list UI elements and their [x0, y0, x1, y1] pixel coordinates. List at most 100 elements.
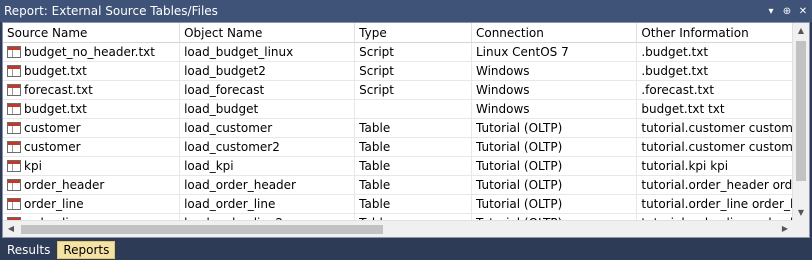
cell-text: tutorial.kpi kpi	[641, 159, 729, 173]
cell-text: order_line	[24, 197, 84, 211]
cell-text: Linux CentOS 7	[475, 45, 569, 59]
cell-object-name: load_forecast	[180, 81, 356, 99]
cell-text: tutorial.order_header orde	[641, 178, 793, 192]
tab-reports[interactable]: Reports	[57, 241, 116, 259]
table-row[interactable]: order_line load_order_line Table Tutorial (…	[3, 195, 793, 214]
cell-text: tutorial.customer custom	[641, 121, 793, 135]
cell-source-name: budget.txt	[3, 62, 181, 80]
cell-other-information: budget.txt txt	[637, 100, 793, 118]
cell-connection: Tutorial (OLTP)	[472, 195, 638, 213]
cell-connection: Tutorial (OLTP)	[472, 119, 638, 137]
cell-text: Windows	[475, 83, 530, 97]
dropdown-icon[interactable]: ▾	[764, 6, 778, 17]
cell-text: .budget.txt	[641, 64, 709, 78]
cell-other-information: tutorial.order_line order_li	[637, 195, 793, 213]
table-row[interactable]: budget_no_header.txt load_budget_linux Scr…	[3, 43, 793, 62]
cell-type: Table	[355, 119, 472, 137]
cell-source-name: forecast.txt	[3, 81, 181, 99]
cell-text: load_customer	[184, 121, 273, 135]
cell-text: tutorial.customer custom	[641, 140, 793, 154]
cell-text: .budget.txt	[641, 45, 709, 59]
cell-type: Table	[355, 176, 472, 194]
table-icon	[7, 141, 21, 153]
scroll-down-icon[interactable]: ▼	[793, 205, 809, 221]
table-icon	[7, 103, 21, 115]
cell-text: Table	[359, 178, 391, 192]
cell-text: load_budget2	[184, 64, 266, 78]
table-row[interactable]: budget.txt load_budget2 Script Windows .budg…	[3, 62, 793, 81]
report-title: Report: External Source Tables/Files	[4, 4, 218, 18]
cell-object-name: load_budget	[180, 100, 356, 118]
cell-text: load_budget	[184, 102, 259, 116]
cell-text: load_forecast	[184, 83, 265, 97]
column-header-other-information[interactable]: Other Information	[637, 23, 793, 42]
cell-text: load_order_line	[184, 197, 276, 211]
cell-connection: Tutorial (OLTP)	[472, 157, 638, 175]
tab-results[interactable]: Results	[2, 242, 55, 258]
pin-icon[interactable]: ⊕	[780, 6, 794, 17]
scroll-right-icon[interactable]: ▶	[777, 221, 793, 237]
table-row[interactable]: customer load_customer2 Table Tutorial (OLT…	[3, 138, 793, 157]
cell-other-information: .budget.txt	[637, 43, 793, 61]
cell-text: Table	[359, 140, 391, 154]
cell-text: Windows	[475, 102, 530, 116]
column-header-object-name[interactable]: Object Name	[180, 23, 356, 42]
cell-source-name: order_header	[3, 176, 181, 194]
bottom-tab-strip: Results Reports	[0, 240, 116, 260]
cell-object-name: load_order_line	[180, 195, 356, 213]
cell-other-information: .budget.txt	[637, 62, 793, 80]
cell-connection: Tutorial (OLTP)	[472, 176, 638, 194]
column-header-source-name[interactable]: Source Name	[3, 23, 181, 42]
cell-type: Script	[355, 81, 472, 99]
cell-text: load_budget_linux	[184, 45, 294, 59]
cell-connection: Windows	[472, 100, 638, 118]
scroll-left-icon[interactable]: ◀	[3, 221, 19, 237]
table-icon	[7, 65, 21, 77]
cell-type: Script	[355, 43, 472, 61]
cell-text: Script	[359, 64, 394, 78]
cell-type	[355, 100, 472, 118]
vertical-scrollbar[interactable]: ▲ ▼	[792, 23, 809, 221]
column-header-type[interactable]: Type	[355, 23, 472, 42]
cell-connection: Tutorial (OLTP)	[472, 138, 638, 156]
table-icon	[7, 84, 21, 96]
report-grid: Source Name Object Name Type Connection …	[3, 23, 793, 221]
cell-connection: Windows	[472, 62, 638, 80]
cell-text: forecast.txt	[24, 83, 93, 97]
table-icon	[7, 122, 21, 134]
table-row[interactable]: forecast.txt load_forecast Script Windows .f…	[3, 81, 793, 100]
report-titlebar: Report: External Source Tables/Files ▾ ⊕…	[0, 0, 812, 22]
column-header-connection[interactable]: Connection	[472, 23, 638, 42]
close-icon[interactable]: ✕	[796, 6, 810, 17]
table-row[interactable]: budget.txt load_budget Windows budget.txt t…	[3, 100, 793, 119]
horizontal-scrollbar[interactable]: ◀ ▶	[3, 220, 793, 237]
table-row[interactable]: order_header load_order_header Table Tutori…	[3, 176, 793, 195]
scroll-up-icon[interactable]: ▲	[793, 23, 809, 39]
table-row[interactable]: customer load_customer Table Tutorial (OLTP…	[3, 119, 793, 138]
cell-object-name: load_customer2	[180, 138, 356, 156]
vertical-scroll-thumb[interactable]	[796, 41, 806, 181]
cell-text: load_kpi	[184, 159, 234, 173]
cell-text: order_header	[24, 178, 105, 192]
horizontal-scroll-thumb[interactable]	[21, 225, 383, 234]
cell-text: kpi	[24, 159, 42, 173]
cell-text: .forecast.txt	[641, 83, 715, 97]
cell-text: Tutorial (OLTP)	[475, 140, 563, 154]
cell-text: customer	[24, 140, 81, 154]
cell-object-name: load_customer	[180, 119, 356, 137]
cell-source-name: customer	[3, 119, 181, 137]
cell-text: customer	[24, 121, 81, 135]
cell-text: Table	[359, 159, 391, 173]
cell-source-name: customer	[3, 138, 181, 156]
table-icon	[7, 160, 21, 172]
table-row[interactable]: kpi load_kpi Table Tutorial (OLTP) tutorial.…	[3, 157, 793, 176]
cell-other-information: .forecast.txt	[637, 81, 793, 99]
cell-text: load_order_header	[184, 178, 296, 192]
cell-text: Tutorial (OLTP)	[475, 197, 563, 211]
cell-object-name: load_kpi	[180, 157, 356, 175]
grid-header: Source Name Object Name Type Connection …	[3, 23, 793, 43]
cell-source-name: kpi	[3, 157, 181, 175]
scrollbar-corner	[792, 220, 809, 237]
cell-source-name: order_line	[3, 195, 181, 213]
cell-text: budget_no_header.txt	[24, 45, 155, 59]
